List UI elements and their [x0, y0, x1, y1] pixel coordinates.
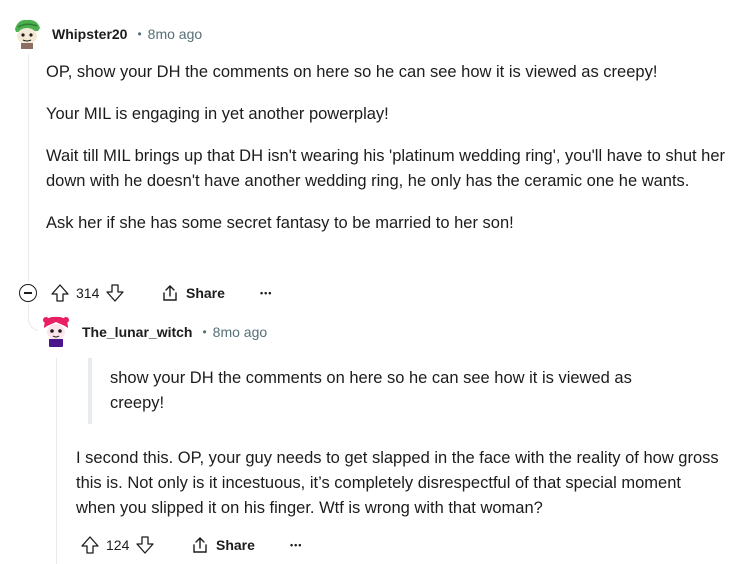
username[interactable]: Whipster20: [52, 26, 127, 42]
upvote-icon[interactable]: [80, 535, 100, 555]
comment-paragraph: Wait till MIL brings up that DH isn't we…: [46, 147, 726, 190]
avatar[interactable]: [10, 16, 44, 50]
share-button[interactable]: Share: [160, 282, 225, 304]
thread-line: [56, 358, 57, 564]
downvote-icon[interactable]: [135, 535, 155, 555]
upvote-icon[interactable]: [50, 283, 70, 303]
vote-bar: 314: [50, 282, 125, 304]
share-label: Share: [216, 537, 255, 553]
timestamp[interactable]: 8mo ago: [148, 26, 202, 42]
snoo-avatar-icon: [38, 312, 74, 348]
share-icon: [193, 537, 207, 553]
more-options-button[interactable]: •••: [290, 534, 302, 556]
username[interactable]: The_lunar_witch: [82, 324, 192, 340]
vote-count: 124: [106, 537, 130, 553]
collapse-thread-icon[interactable]: [19, 284, 37, 302]
comment-paragraph: Ask her if she has some secret fantasy t…: [46, 214, 514, 232]
comment-paragraph: Your MIL is engaging in yet another powe…: [46, 105, 389, 123]
comment-body: OP, show your DH the comments on here so…: [46, 60, 726, 236]
comment-paragraph: I second this. OP, your guy needs to get…: [76, 449, 719, 517]
snoo-avatar-icon: [10, 16, 44, 50]
separator-dot: •: [202, 325, 207, 339]
more-options-button[interactable]: •••: [260, 282, 272, 304]
vote-bar: 124: [80, 534, 155, 556]
comment-header: The_lunar_witch • 8mo ago: [82, 324, 267, 340]
comment-header: Whipster20 • 8mo ago: [52, 26, 202, 42]
vote-count: 314: [76, 285, 100, 301]
comment-paragraph: OP, show your DH the comments on here so…: [46, 63, 658, 81]
separator-dot: •: [137, 27, 142, 41]
share-icon: [163, 285, 177, 301]
timestamp[interactable]: 8mo ago: [213, 324, 267, 340]
downvote-icon[interactable]: [105, 283, 125, 303]
share-button[interactable]: Share: [190, 534, 255, 556]
avatar[interactable]: [38, 312, 74, 348]
thread-line: [28, 54, 29, 282]
blockquote: show your DH the comments on here so he …: [88, 358, 700, 424]
quote-text: show your DH the comments on here so he …: [110, 369, 632, 412]
share-label: Share: [186, 285, 225, 301]
comment-body: I second this. OP, your guy needs to get…: [76, 446, 724, 521]
